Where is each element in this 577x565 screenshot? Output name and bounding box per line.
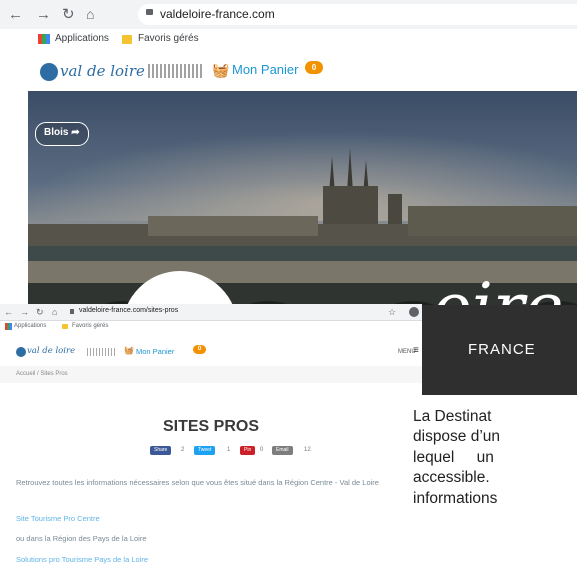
partner-logos [148,64,204,78]
reload-icon[interactable]: ↻ [62,0,75,29]
pays-de-la-loire-text: ou dans la Région des Pays de la Loire [16,534,147,543]
folder-icon [122,35,132,44]
town-silhouette [28,148,577,276]
logo-swirl-icon [16,347,26,357]
apps-grid-icon [5,323,12,330]
share-bar: Share 2 Tweet 1 Pin 0 Email 12 [150,446,350,456]
site-logo[interactable]: val de loire [60,62,145,80]
side-text-line-4: accessible. [413,469,490,486]
site-tourisme-pro-centre-link[interactable]: Site Tourisme Pro Centre [16,514,100,523]
small-site-header: val de loire 🧺 Mon Panier 0 MENU ≡ [0,340,422,367]
reload-icon[interactable]: ↻ [36,304,44,320]
intro-paragraph: Retrouvez toutes les informations nécess… [16,478,379,487]
address-bar[interactable]: valdeloire-france.com [138,4,577,25]
cart-link[interactable]: Mon Panier [232,62,298,77]
small-bookmark-favoris[interactable]: Favoris gérés [72,323,108,329]
lock-icon [146,9,153,15]
pinterest-pin-button[interactable]: Pin [240,446,256,455]
back-arrow-icon[interactable]: ← [4,304,13,320]
small-url-text[interactable]: valdeloire-france.com/sites-pros [79,307,178,314]
folder-icon [62,324,68,329]
facebook-share-count: 2 [181,447,185,453]
site-header: val de loire 🧺 Mon Panier 0 [0,50,577,91]
sites-pros-window: ← → ↻ ⌂ valdeloire-france.com/sites-pros… [0,304,422,565]
page-title: SITES PROS [162,418,260,435]
small-browser-toolbar: ← → ↻ ⌂ valdeloire-france.com/sites-pros… [0,304,422,321]
side-text-line-3: lequel un [413,449,494,466]
cart-count-badge: 0 [305,61,323,74]
back-arrow-icon[interactable]: ← [8,0,23,29]
email-share-count: 12 [304,447,311,453]
side-text-line-5: informations [413,490,498,507]
basket-icon[interactable]: 🧺 [212,62,229,79]
lock-icon [70,309,74,314]
forward-arrow-icon[interactable]: → [20,304,29,320]
basket-icon[interactable]: 🧺 [124,346,134,355]
bookmark-favoris[interactable]: Favoris gérés [138,33,199,44]
twitter-tweet-count: 1 [227,447,231,453]
location-button-label: Blois [44,127,69,138]
hamburger-menu-icon[interactable]: ≡ [413,345,419,356]
small-site-logo[interactable]: val de loire [27,346,75,356]
share-arrow-icon: ➦ [71,127,80,138]
breadcrumb-text[interactable]: Accueil / Sites Pros [0,371,68,377]
forward-arrow-icon[interactable]: → [36,0,51,29]
breadcrumb: Accueil / Sites Pros [0,366,422,383]
bookmarks-bar: Applications Favoris gérés [0,29,577,51]
url-text: valdeloire-france.com [160,7,275,21]
small-bookmark-applications[interactable]: Applications [14,323,46,329]
home-icon[interactable]: ⌂ [52,304,57,320]
twitter-tweet-button[interactable]: Tweet [194,446,216,455]
email-share-button[interactable]: Email [272,446,293,455]
france-label: FRANCE [468,341,536,358]
small-cart-link[interactable]: Mon Panier [136,347,174,356]
france-logo-block: FRANCE [422,305,577,395]
apps-grid-icon [38,34,50,44]
star-icon[interactable]: ☆ [388,304,396,320]
facebook-share-button[interactable]: Share [150,446,172,455]
logo-swirl-icon [40,63,58,81]
home-icon[interactable]: ⌂ [86,0,94,29]
small-cart-badge: 0 [193,345,206,354]
location-button[interactable]: Blois ➦ [35,122,89,146]
side-text-line-2: dispose d’un [413,428,501,445]
browser-toolbar: ← → ↻ ⌂ valdeloire-france.com [0,0,577,30]
partner-logos [87,348,117,356]
bookmark-applications[interactable]: Applications [55,33,109,44]
side-text-line-1: La Destinat [413,408,492,425]
solutions-pro-link[interactable]: Solutions pro Tourisme Pays de la Loire [16,555,148,564]
pinterest-pin-count: 0 [260,447,264,453]
small-bookmarks-bar: Applications Favoris gérés [0,321,422,334]
profile-icon[interactable] [409,307,419,317]
